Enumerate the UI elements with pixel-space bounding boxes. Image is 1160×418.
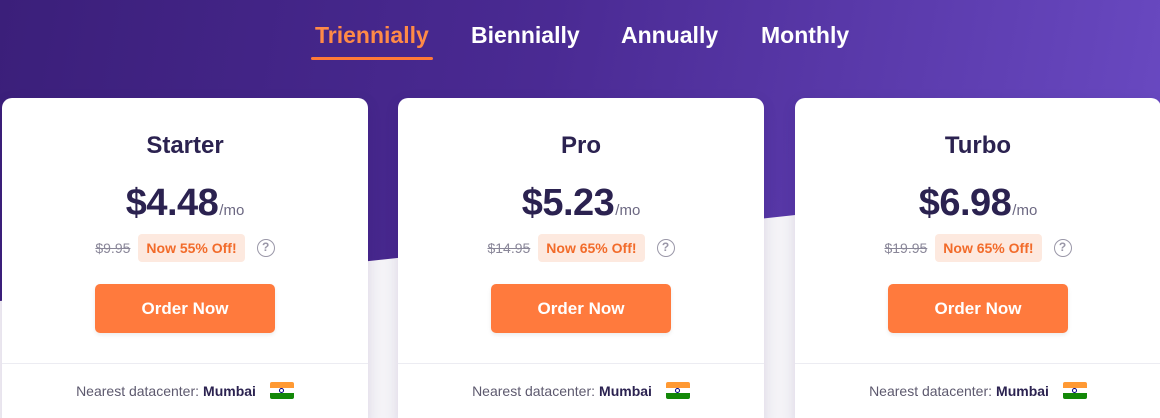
datacenter-info: Nearest datacenter: Mumbai: [795, 382, 1160, 399]
price-row: $4.48 /mo: [2, 182, 368, 225]
plan-card-pro: Pro $5.23 /mo $14.95 Now 65% Off! ? Orde…: [398, 98, 764, 418]
divider: [2, 363, 368, 364]
price-period: /mo: [219, 202, 245, 219]
help-icon[interactable]: ?: [1053, 239, 1072, 257]
plan-card-starter: Starter $4.48 /mo $9.95 Now 55% Off! ? O…: [2, 98, 368, 418]
plan-price: $4.48: [125, 182, 219, 224]
plan-name: Pro: [560, 132, 601, 159]
discount-row: $19.95 Now 65% Off! ?: [795, 234, 1160, 262]
india-flag-icon: [269, 382, 294, 399]
price-row: $5.23 /mo: [398, 182, 764, 225]
tab-biennially[interactable]: Biennially: [471, 22, 580, 49]
price-period: /mo: [1012, 202, 1038, 219]
plan-price: $6.98: [918, 182, 1012, 224]
datacenter-info: Nearest datacenter: Mumbai: [398, 382, 764, 399]
plan-price: $5.23: [521, 182, 615, 224]
datacenter-city: Mumbai: [203, 382, 256, 399]
datacenter-city: Mumbai: [996, 382, 1049, 399]
datacenter-label: Nearest datacenter:: [869, 382, 993, 399]
order-now-button[interactable]: Order Now: [888, 284, 1068, 333]
discount-badge: Now 55% Off!: [138, 234, 245, 262]
divider: [795, 363, 1160, 364]
tab-monthly[interactable]: Monthly: [761, 22, 849, 49]
plan-name: Turbo: [944, 132, 1012, 159]
discount-badge: Now 65% Off!: [935, 234, 1042, 262]
original-price: $19.95: [884, 240, 928, 256]
datacenter-info: Nearest datacenter: Mumbai: [2, 382, 368, 399]
price-row: $6.98 /mo: [795, 182, 1160, 225]
help-icon[interactable]: ?: [256, 239, 275, 257]
help-icon[interactable]: ?: [656, 239, 675, 257]
plan-card-turbo: Turbo $6.98 /mo $19.95 Now 65% Off! ? Or…: [795, 98, 1160, 418]
india-flag-icon: [665, 382, 690, 399]
tab-triennially[interactable]: Triennially: [311, 22, 433, 60]
tab-annually[interactable]: Annually: [621, 22, 718, 49]
datacenter-label: Nearest datacenter:: [472, 382, 596, 399]
original-price: $14.95: [487, 240, 531, 256]
order-now-button[interactable]: Order Now: [491, 284, 671, 333]
india-flag-icon: [1062, 382, 1087, 399]
plan-name: Starter: [146, 132, 224, 159]
discount-badge: Now 65% Off!: [538, 234, 645, 262]
discount-row: $9.95 Now 55% Off! ?: [2, 234, 368, 262]
price-period: /mo: [615, 202, 641, 219]
billing-period-tabs: Triennially Biennially Annually Monthly: [0, 0, 1160, 70]
discount-row: $14.95 Now 65% Off! ?: [398, 234, 764, 262]
divider: [398, 363, 764, 364]
order-now-button[interactable]: Order Now: [95, 284, 275, 333]
original-price: $9.95: [95, 240, 131, 256]
datacenter-label: Nearest datacenter:: [76, 382, 200, 399]
datacenter-city: Mumbai: [599, 382, 652, 399]
